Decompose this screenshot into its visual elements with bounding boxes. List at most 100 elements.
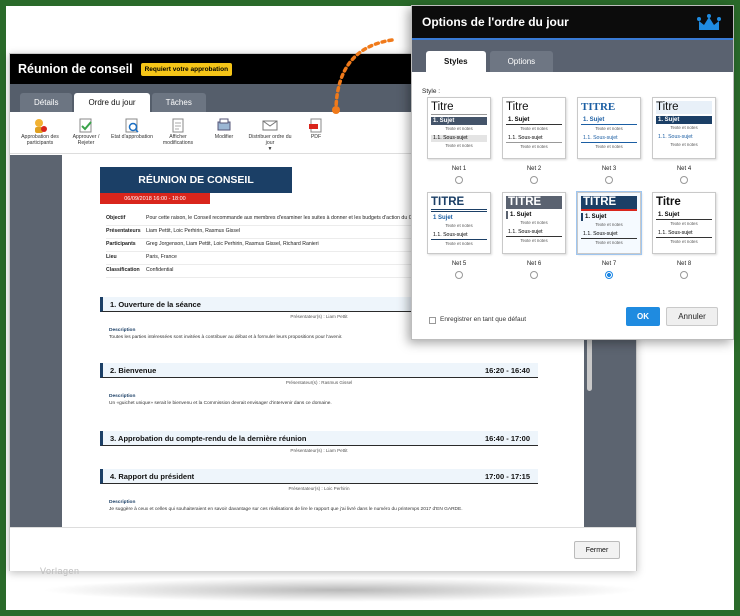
meta-key: Objectif: [106, 215, 126, 221]
style-card-net-4[interactable]: Titre 1. Sujet Texte et notes 1.1. Sous-…: [652, 97, 716, 159]
style-radio-net-6[interactable]: [530, 271, 538, 279]
agenda-item-desc: Un «guichet unique» serait le bienvenu e…: [109, 401, 332, 406]
document-icon: [170, 118, 186, 133]
style-radio-net-1[interactable]: [455, 176, 463, 184]
style-name: Net 7: [601, 261, 617, 267]
style-name: Net 2: [526, 166, 542, 172]
style-notes: Texte et notes: [670, 125, 698, 130]
style-notes: Texte et notes: [520, 126, 548, 131]
approve-reject-button[interactable]: Approuver / Rejeter: [64, 118, 108, 147]
style-notes: Texte et notes: [595, 240, 623, 245]
style-name: Net 8: [676, 261, 692, 267]
style-title: Titre: [656, 196, 681, 208]
agenda-item-presenter: Présentateur(s) : Rasmus Gissel: [285, 380, 353, 385]
window-footer: Fermer: [10, 527, 636, 571]
agenda-item-title: 1. Ouverture de la séance: [110, 299, 201, 309]
agenda-item-header: 2. Bienvenue 16:20 - 16:40: [100, 363, 538, 378]
style-card-net-6[interactable]: TITRE 1. Sujet Texte et notes 1.1. Sous-…: [502, 192, 566, 254]
style-name: Net 3: [601, 166, 617, 172]
agenda-item: 3. Approbation du compte-rendu de la der…: [100, 431, 538, 453]
tab-tasks[interactable]: Tâches: [151, 93, 206, 112]
tab-details[interactable]: Détails: [20, 93, 73, 112]
style-notes: Texte et notes: [670, 239, 698, 244]
style-subsubject: 1.1. Sous-sujet: [506, 229, 562, 237]
agenda-item: 4. Rapport du président 17:00 - 17:15 Pré…: [100, 469, 538, 512]
style-subsubject: 1.1. Sous-sujet: [656, 230, 712, 238]
agenda-item-desc-label: Description: [109, 500, 136, 505]
agenda-item-header: 3. Approbation du compte-rendu de la der…: [100, 431, 538, 446]
style-subsubject: 1.1. Sous-sujet: [431, 135, 487, 142]
save-default-label: Enregistrer en tant que défaut: [440, 316, 527, 323]
close-button[interactable]: Fermer: [574, 541, 620, 559]
save-default-checkbox[interactable]: [429, 317, 436, 324]
style-notes: Texte et notes: [445, 223, 473, 228]
style-notes: Texte et notes: [520, 238, 548, 243]
style-subject: 1. Sujet: [656, 116, 712, 124]
viewer-margin-left: [10, 155, 62, 527]
style-subject: 1 Sujet: [433, 215, 453, 221]
agenda-item-title: 3. Approbation du compte-rendu de la der…: [110, 433, 307, 443]
style-subject: 1. Sujet: [656, 211, 712, 220]
style-title: TITRE: [506, 196, 562, 209]
style-card-net-5[interactable]: TITRE 1 Sujet Texte et notes 1.1. Sous-s…: [427, 192, 491, 254]
ok-button[interactable]: OK: [626, 307, 660, 326]
style-notes: Texte et notes: [595, 222, 623, 227]
pdf-button[interactable]: PDF: [294, 118, 338, 141]
pdf-icon: [308, 118, 324, 133]
style-notes: Texte et notes: [520, 220, 548, 225]
style-title: TITRE: [581, 101, 616, 113]
style-notes: Texte et notes: [445, 143, 473, 148]
chevron-down-icon: ▼: [267, 145, 273, 152]
drop-shadow: [40, 578, 640, 602]
cancel-button[interactable]: Annuler: [666, 307, 718, 326]
style-name: Net 1: [451, 166, 467, 172]
style-card-net-8[interactable]: Titre 1. Sujet Texte et notes 1.1. Sous-…: [652, 192, 716, 254]
style-subject: 1. Sujet: [506, 211, 562, 219]
style-notes: Texte et notes: [595, 126, 623, 131]
edit-icon: [216, 118, 232, 133]
participant-approval-button[interactable]: Approbation des participants: [18, 118, 62, 147]
agenda-item: 2. Bienvenue 16:20 - 16:40 Présentateur(s…: [100, 363, 538, 406]
style-radio-net-7[interactable]: [605, 271, 613, 279]
style-radio-net-5[interactable]: [455, 271, 463, 279]
style-notes: Texte et notes: [445, 126, 473, 131]
agenda-item-title: 4. Rapport du président: [110, 471, 195, 481]
edit-button[interactable]: Modifier: [202, 118, 246, 141]
style-title: Titre: [656, 101, 712, 114]
approval-status-button[interactable]: Etat d'approbation: [110, 118, 154, 141]
approval-badge[interactable]: Requiert votre approbation: [140, 62, 233, 76]
tab-agenda[interactable]: Ordre du jour: [74, 93, 150, 112]
style-radio-net-8[interactable]: [680, 271, 688, 279]
style-radio-net-2[interactable]: [530, 176, 538, 184]
style-subject: 1. Sujet: [506, 116, 562, 125]
tab-styles[interactable]: Styles: [426, 51, 486, 72]
style-card-net-7[interactable]: TITRE 1. Sujet Texte et notes 1.1. Sous-…: [576, 191, 642, 255]
style-radio-net-3[interactable]: [605, 176, 613, 184]
style-notes: Texte et notes: [670, 142, 698, 147]
style-subsubject: 1.1. Sous-sujet: [581, 231, 637, 239]
agenda-item-time: 16:20 - 16:40: [484, 365, 530, 375]
show-changes-button[interactable]: Afficher modifications: [156, 118, 200, 147]
style-subject: 1. Sujet: [581, 116, 637, 125]
style-name: Net 5: [451, 261, 467, 267]
toolbar-label: Approbation des participants: [21, 134, 59, 146]
approve-icon: [78, 118, 94, 133]
style-radio-net-4[interactable]: [680, 176, 688, 184]
meta-key: Présentateurs: [106, 228, 141, 235]
dialog-tabbar: Styles Options: [412, 38, 733, 72]
style-subsubject: 1.1. Sous-sujet: [581, 135, 637, 143]
style-subsubject: 1.1. Sous-sujet: [658, 134, 693, 140]
crown-logo-icon: [697, 14, 721, 30]
tab-options[interactable]: Options: [489, 51, 554, 72]
distribute-agenda-button[interactable]: Distribuer ordre du jour ▼: [248, 118, 292, 153]
style-title: Titre: [431, 101, 487, 115]
style-card-net-2[interactable]: Titre 1. Sujet Texte et notes 1.1. Sous-…: [502, 97, 566, 159]
dialog-title: Options de l'ordre du jour: [422, 15, 569, 29]
style-title: TITRE: [581, 196, 637, 211]
style-card-net-3[interactable]: TITRE 1. Sujet Texte et notes 1.1. Sous-…: [577, 97, 641, 159]
meta-key: Lieu: [106, 254, 117, 261]
connector-arrow: [332, 38, 394, 114]
style-card-net-1[interactable]: Titre 1. Sujet Texte et notes 1.1. Sous-…: [427, 97, 491, 159]
agenda-item-time: 17:00 - 17:15: [484, 471, 530, 481]
style-notes: Texte et notes: [595, 144, 623, 149]
